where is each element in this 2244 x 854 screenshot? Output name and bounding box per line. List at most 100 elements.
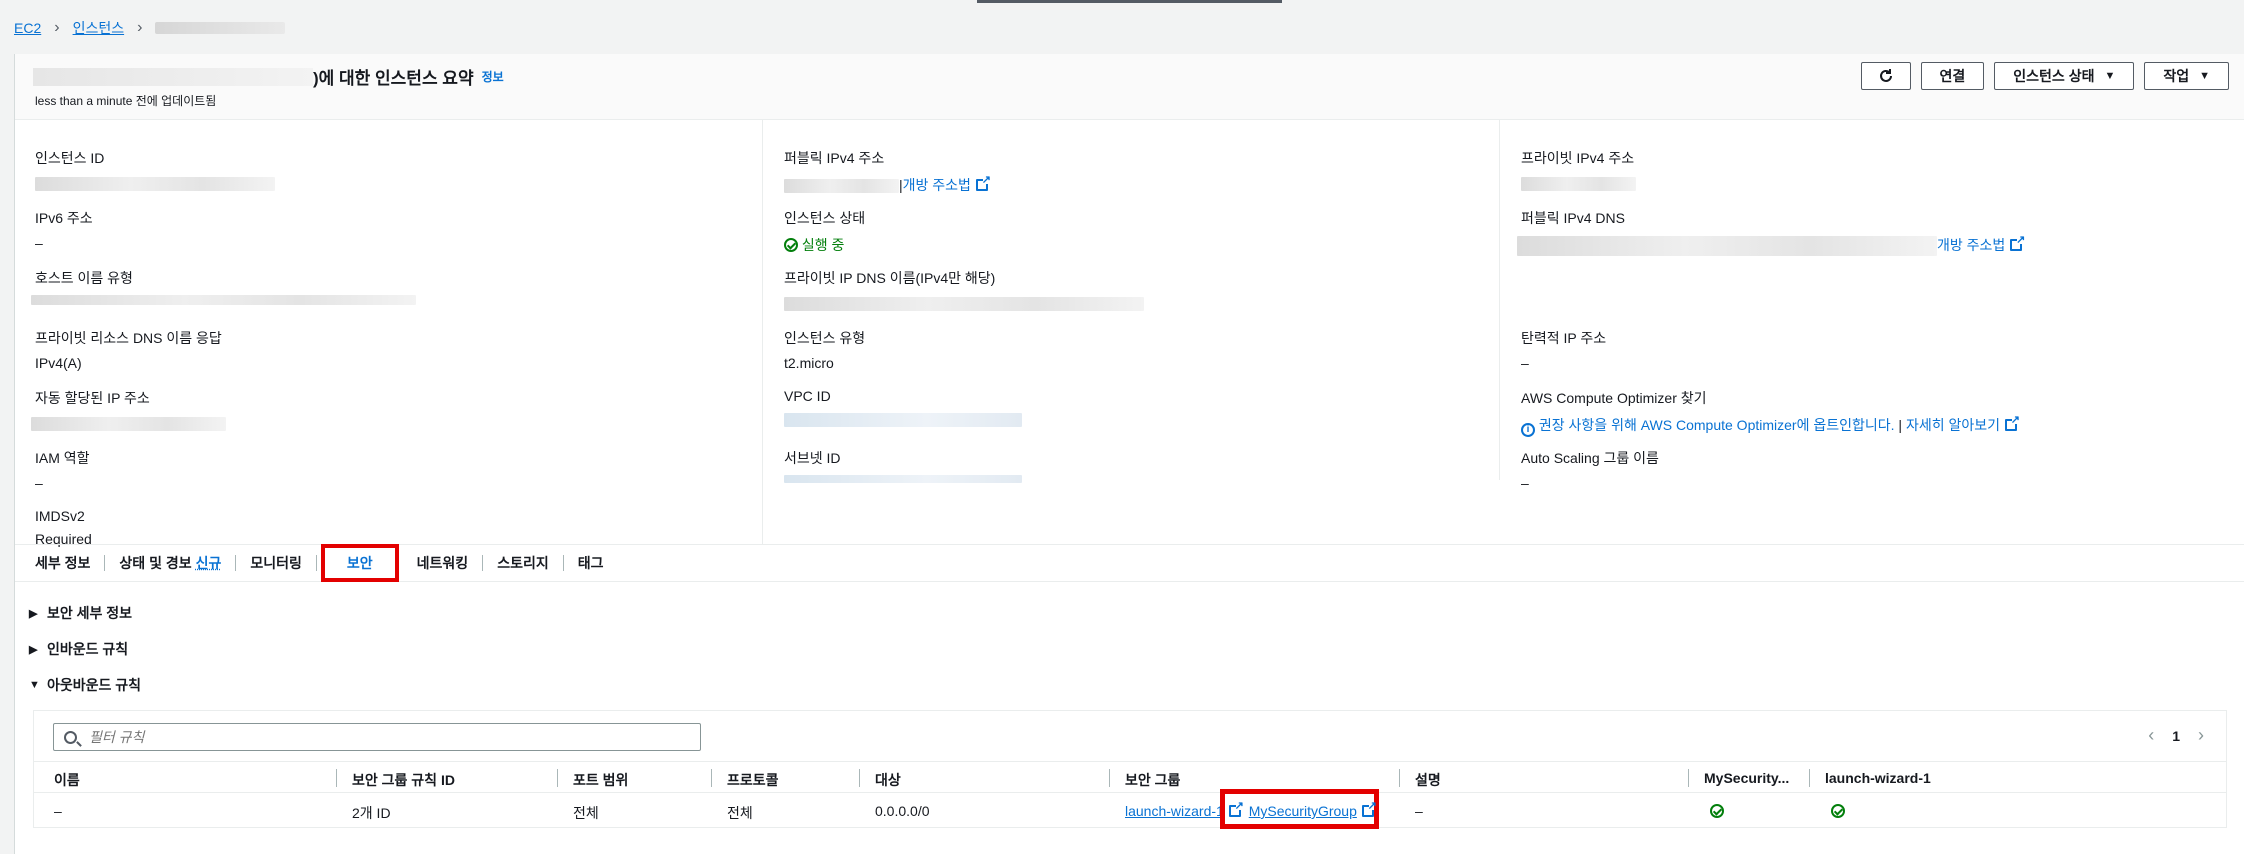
instance-type-label: 인스턴스 유형: [784, 330, 866, 346]
inbound-rules-label: 인바운드 규칙: [47, 641, 129, 657]
field-private-dns-answer: 프라이빗 리소스 DNS 이름 응답 IPv4(A): [35, 328, 222, 371]
table-row: – 2개 ID 전체 전체 0.0.0.0/0 launch-wizard-1 …: [34, 793, 2226, 829]
check-circle-icon: [1831, 804, 1845, 818]
header-actions: 연결 인스턴스 상태 ▼ 작업 ▼: [1860, 62, 2229, 90]
tab-details[interactable]: 세부 정보: [21, 555, 106, 571]
instance-state-dropdown[interactable]: 인스턴스 상태 ▼: [1994, 62, 2135, 90]
info-link[interactable]: 정보: [482, 68, 504, 85]
inbound-rules-expander[interactable]: ▶ 인바운드 규칙: [29, 631, 141, 667]
filter-rules-field[interactable]: [53, 723, 701, 751]
actions-dropdown-label: 작업: [2163, 68, 2190, 84]
outbound-rules-label: 아웃바운드 규칙: [47, 677, 142, 693]
col-launch-wizard[interactable]: launch-wizard-1: [1825, 770, 1931, 786]
field-asg: Auto Scaling 그룹 이름 –: [1521, 448, 1659, 491]
field-hostname-type: 호스트 이름 유형: [31, 268, 416, 307]
optimizer-opt-in-link[interactable]: 권장 사항을 위해 AWS Compute Optimizer에 옵트인합니다.: [1539, 417, 1895, 433]
tab-storage[interactable]: 스토리지: [483, 555, 564, 571]
subnet-id-link-redacted[interactable]: [784, 475, 1022, 484]
col-port-range[interactable]: 포트 범위: [573, 770, 628, 790]
table-header: 이름 보안 그룹 규칙 ID 포트 범위 프로토콜 대상 보안 그룹 설명 My…: [34, 761, 2226, 793]
details-column-3: 프라이빗 IPv4 주소 퍼블릭 IPv4 DNS 개방 주소법 탄력적 IP …: [1500, 120, 2244, 544]
hostname-type-redacted: [31, 295, 416, 306]
actions-dropdown[interactable]: 작업 ▼: [2144, 62, 2229, 90]
col-description[interactable]: 설명: [1415, 770, 1441, 790]
security-details-expander[interactable]: ▶ 보안 세부 정보: [29, 595, 141, 631]
column-divider: [1809, 769, 1810, 787]
outbound-rules-expander[interactable]: ▼ 아웃바운드 규칙: [29, 667, 141, 703]
external-link-icon: [2005, 413, 2020, 431]
refresh-icon: [1879, 69, 1892, 82]
tab-security[interactable]: 보안: [320, 544, 399, 582]
tab-monitoring[interactable]: 모니터링: [236, 555, 317, 571]
caret-right-icon: ▶: [29, 607, 38, 620]
instance-id-redacted: [35, 177, 275, 192]
breadcrumb-ec2[interactable]: EC2: [14, 20, 41, 36]
outbound-rules-table: ‹ 1 › 이름 보안 그룹 규칙 ID 포트 범위 프로토콜 대상 보안 그룹…: [33, 710, 2227, 828]
col-name[interactable]: 이름: [54, 770, 80, 790]
col-mysecurity[interactable]: MySecurity...: [1704, 770, 1789, 786]
field-iam-role: IAM 역할 –: [35, 448, 90, 491]
vpc-id-link-redacted[interactable]: [784, 413, 1022, 428]
new-badge: 신규: [195, 555, 222, 571]
public-dns-open-link[interactable]: 개방 주소법: [1937, 237, 2005, 253]
sg-launch-wizard-link[interactable]: launch-wizard-1: [1125, 803, 1224, 819]
security-sections: ▶ 보안 세부 정보 ▶ 인바운드 규칙 ▼ 아웃바운드 규칙: [29, 595, 141, 703]
refresh-button[interactable]: [1860, 62, 1911, 90]
caret-down-icon: ▼: [2199, 70, 2210, 82]
cell-name: –: [54, 803, 62, 819]
instance-details: 인스턴스 ID IPv6 주소 – 호스트 이름 유형 프라이빗 리소스 DNS…: [15, 120, 2244, 547]
pagination: ‹ 1 ›: [2148, 725, 2204, 746]
instance-type-value: t2.micro: [784, 355, 834, 371]
learn-more-link[interactable]: 자세히 알아보기: [1906, 417, 2000, 433]
ipv6-value: –: [35, 235, 43, 251]
public-ipv4-dns-label: 퍼블릭 IPv4 DNS: [1521, 210, 1625, 226]
field-instance-id: 인스턴스 ID: [35, 148, 275, 192]
auto-ip-redacted: [31, 417, 226, 432]
breadcrumb: EC2 › 인스턴스 ›: [14, 18, 286, 38]
security-details-label: 보안 세부 정보: [47, 605, 133, 621]
field-ipv6: IPv6 주소 –: [35, 208, 93, 251]
chevron-right-icon: ›: [54, 19, 60, 36]
info-icon: i: [1521, 423, 1535, 437]
page-title-row: )에 대한 인스턴스 요약 정보: [33, 64, 504, 89]
private-dns-answer-value: IPv4(A): [35, 355, 82, 371]
tab-networking[interactable]: 네트워킹: [403, 555, 484, 571]
column-divider: [1399, 769, 1400, 787]
col-protocol[interactable]: 프로토콜: [727, 770, 779, 790]
search-icon: [64, 730, 77, 744]
caret-down-icon: ▼: [29, 679, 40, 691]
field-subnet-id: 서브넷 ID: [784, 448, 1022, 486]
field-compute-optimizer: AWS Compute Optimizer 찾기 i 권장 사항을 위해 AWS…: [1521, 388, 2020, 437]
tab-tags[interactable]: 태그: [564, 555, 618, 571]
instance-state-value: 실행 중: [801, 237, 845, 253]
next-page-icon[interactable]: ›: [2198, 725, 2204, 746]
private-ipv4-label: 프라이빗 IPv4 주소: [1521, 150, 1635, 166]
private-ipv4-redacted: [1521, 177, 1636, 192]
instance-state-label: 인스턴스 상태: [784, 210, 866, 226]
cell-protocol: 전체: [727, 805, 753, 821]
highlight-box-mysecuritygroup: [1220, 789, 1379, 829]
tab-status-alarms[interactable]: 상태 및 경보 신규: [105, 555, 237, 571]
col-destination[interactable]: 대상: [875, 770, 901, 790]
cell-description: –: [1415, 803, 1423, 819]
cell-port-range: 전체: [573, 805, 599, 821]
top-scroll-indicator: [977, 0, 1282, 3]
column-divider: [336, 769, 337, 787]
prev-page-icon[interactable]: ‹: [2148, 725, 2154, 746]
hostname-type-label: 호스트 이름 유형: [35, 270, 133, 286]
instance-summary-panel: )에 대한 인스턴스 요약 정보 less than a minute 전에 업…: [14, 54, 2244, 854]
breadcrumb-instances[interactable]: 인스턴스: [73, 18, 125, 38]
connect-button[interactable]: 연결: [1920, 62, 1985, 90]
filter-rules-input[interactable]: [89, 729, 649, 745]
public-ipv4-open-link[interactable]: 개방 주소법: [903, 177, 971, 193]
private-ip-dns-label: 프라이빗 IP DNS 이름(IPv4만 해당): [784, 270, 996, 286]
iam-role-label: IAM 역할: [35, 450, 90, 466]
asg-label: Auto Scaling 그룹 이름: [1521, 450, 1659, 466]
updated-timestamp: less than a minute 전에 업데이트됨: [35, 94, 217, 108]
subnet-id-label: 서브넷 ID: [784, 450, 841, 466]
col-security-group[interactable]: 보안 그룹: [1125, 770, 1180, 790]
private-ip-dns-redacted: [784, 297, 1144, 312]
col-rule-id[interactable]: 보안 그룹 규칙 ID: [352, 770, 455, 790]
instance-name-redacted: [33, 67, 313, 86]
current-page[interactable]: 1: [2172, 728, 2180, 744]
